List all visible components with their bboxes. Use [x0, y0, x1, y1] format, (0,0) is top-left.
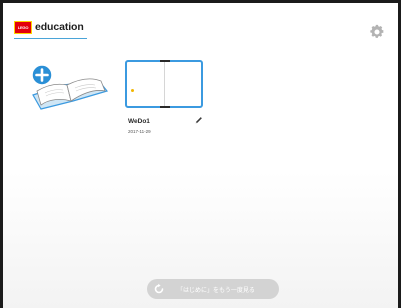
brand-logo: LEGO education [14, 20, 84, 34]
project-date: 2017-11-29 [128, 129, 151, 134]
project-name[interactable]: WeDo1 [128, 118, 150, 125]
app-window: LEGO education WeDo1 2017-11-29 「はじめに」をも… [0, 0, 401, 308]
brand-underline [14, 38, 87, 39]
gear-icon[interactable] [369, 24, 385, 40]
brand-name: education [35, 21, 84, 33]
pencil-icon[interactable] [195, 116, 203, 124]
replay-intro-button[interactable]: 「はじめに」をもう一度見る [147, 279, 279, 299]
replay-icon [154, 283, 164, 294]
book-spine [164, 62, 165, 106]
book-clip-bottom [160, 106, 170, 108]
app-header: LEGO education [3, 3, 398, 43]
lego-logo-text: LEGO [17, 24, 29, 30]
book-clip-top [160, 60, 170, 62]
project-thumbnail-dot [131, 89, 134, 92]
project-gallery: LEGO education WeDo1 2017-11-29 「はじめに」をも… [3, 3, 398, 308]
lego-logo-icon: LEGO [14, 20, 32, 34]
replay-intro-label: 「はじめに」をもう一度見る [177, 288, 255, 294]
new-project-button[interactable] [27, 61, 111, 115]
project-card[interactable] [125, 60, 203, 108]
add-project-icon [31, 64, 53, 86]
